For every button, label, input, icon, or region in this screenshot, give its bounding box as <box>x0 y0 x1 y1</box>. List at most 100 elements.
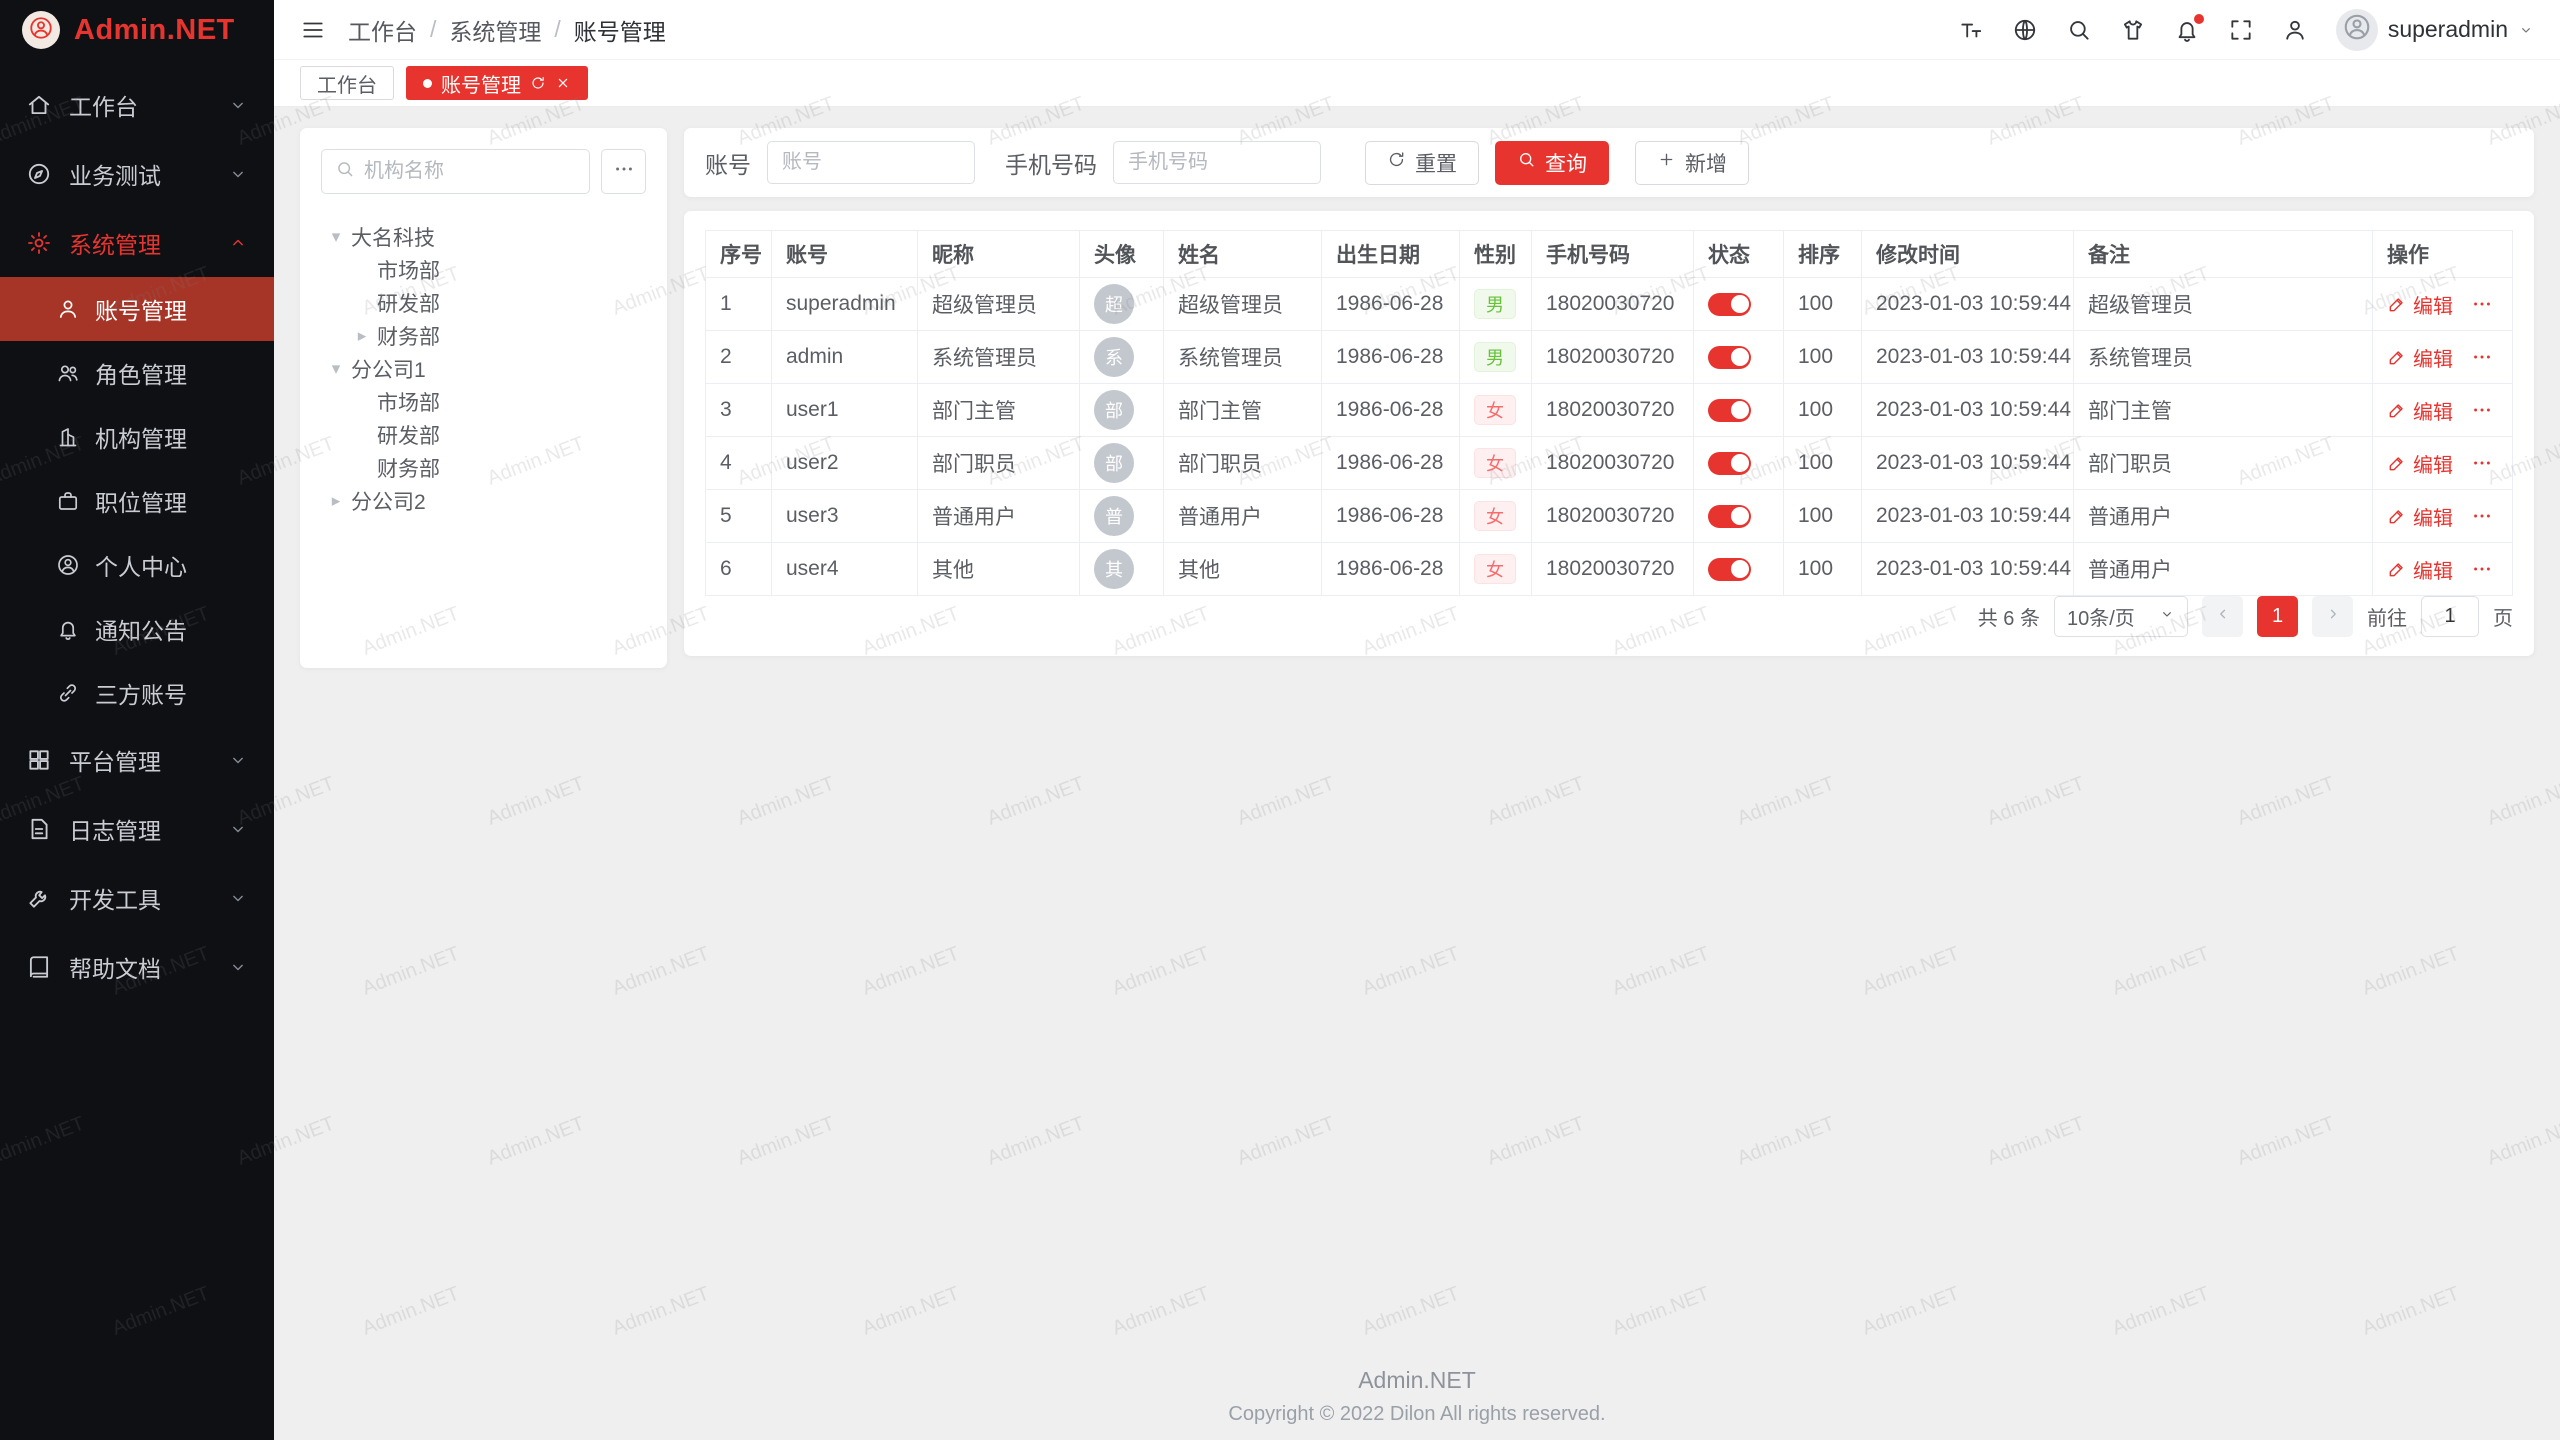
user-menu[interactable]: superadmin <box>2336 9 2534 51</box>
status-toggle[interactable] <box>1708 346 1751 369</box>
org-search-input[interactable] <box>364 160 576 183</box>
edit-button[interactable]: 编辑 <box>2387 449 2453 478</box>
sidebar-subitem-label: 角色管理 <box>95 356 187 390</box>
sidebar-subitem-label: 机构管理 <box>95 420 187 454</box>
cell-name: 系统管理员 <box>1164 331 1322 384</box>
table-card: 序号账号昵称头像姓名出生日期性别手机号码状态排序修改时间备注操作 1supera… <box>684 211 2534 656</box>
main-column: 工作台/系统管理/账号管理 superadmin 工作台账号管理 <box>274 0 2560 1440</box>
row-more-icon[interactable] <box>2471 346 2493 368</box>
reset-button[interactable]: 重置 <box>1365 141 1479 185</box>
sidebar-subitem[interactable]: 三方账号 <box>0 661 274 725</box>
tab-item[interactable]: 账号管理 <box>406 66 588 100</box>
row-more-icon[interactable] <box>2471 452 2493 474</box>
status-toggle[interactable] <box>1708 558 1751 581</box>
sidebar-subitem[interactable]: 账号管理 <box>0 277 274 341</box>
sidebar-subitem[interactable]: 角色管理 <box>0 341 274 405</box>
users-icon <box>56 361 80 385</box>
search-icon[interactable] <box>2066 17 2092 43</box>
cell-order: 100 <box>1784 490 1862 543</box>
footer-title: Admin.NET <box>274 1367 2560 1394</box>
font-size-icon[interactable] <box>1958 17 1984 43</box>
cell-time: 2023-01-03 10:59:44 <box>1862 490 2074 543</box>
current-page-button[interactable]: 1 <box>2257 596 2298 637</box>
cell-remark: 部门主管 <box>2074 384 2373 437</box>
account-input[interactable] <box>767 141 975 184</box>
status-toggle[interactable] <box>1708 452 1751 475</box>
sidebar-subitem-label: 通知公告 <box>95 612 187 646</box>
tree-node[interactable]: 研发部 <box>321 286 646 319</box>
row-avatar: 其 <box>1094 549 1134 589</box>
org-more-button[interactable] <box>601 149 646 194</box>
edit-button[interactable]: 编辑 <box>2387 290 2453 319</box>
caret-right-icon: ▸ <box>321 491 351 511</box>
phone-input[interactable] <box>1113 141 1321 184</box>
page-size-select[interactable]: 10条/页 <box>2054 596 2188 637</box>
grid-icon <box>26 747 52 773</box>
sidebar-subitem-label: 三方账号 <box>95 676 187 710</box>
sidebar-item[interactable]: 系统管理 <box>0 208 274 277</box>
sidebar-subitem[interactable]: 个人中心 <box>0 533 274 597</box>
sidebar-subitem[interactable]: 机构管理 <box>0 405 274 469</box>
sidebar-item[interactable]: 日志管理 <box>0 794 274 863</box>
breadcrumb-separator: / <box>554 16 560 43</box>
gender-badge: 女 <box>1474 448 1516 478</box>
column-header: 状态 <box>1694 231 1784 278</box>
cell-time: 2023-01-03 10:59:44 <box>1862 331 2074 384</box>
edit-button[interactable]: 编辑 <box>2387 396 2453 425</box>
tree-node[interactable]: ▸分公司2 <box>321 484 646 517</box>
prev-page-button[interactable] <box>2202 596 2243 637</box>
tree-node[interactable]: 市场部 <box>321 253 646 286</box>
tree-node[interactable]: 研发部 <box>321 418 646 451</box>
edit-button[interactable]: 编辑 <box>2387 555 2453 584</box>
edit-button[interactable]: 编辑 <box>2387 502 2453 531</box>
caret-down-icon: ▾ <box>321 227 351 247</box>
row-more-icon[interactable] <box>2471 399 2493 421</box>
cell-phone: 18020030720 <box>1532 490 1694 543</box>
menu-toggle-icon[interactable] <box>300 17 326 43</box>
sidebar-item[interactable]: 开发工具 <box>0 863 274 932</box>
tree-node[interactable]: 财务部 <box>321 451 646 484</box>
breadcrumb-item[interactable]: 系统管理 <box>449 13 541 47</box>
add-button[interactable]: 新增 <box>1635 141 1749 185</box>
fullscreen-icon[interactable] <box>2228 17 2254 43</box>
sidebar-item[interactable]: 平台管理 <box>0 725 274 794</box>
row-more-icon[interactable] <box>2471 293 2493 315</box>
tree-node[interactable]: 市场部 <box>321 385 646 418</box>
person-circle-icon <box>56 553 80 577</box>
globe-icon[interactable] <box>2012 17 2038 43</box>
tab-item[interactable]: 工作台 <box>300 66 394 100</box>
next-page-button[interactable] <box>2312 596 2353 637</box>
sidebar-item[interactable]: 工作台 <box>0 70 274 139</box>
sidebar-subitem[interactable]: 通知公告 <box>0 597 274 661</box>
query-button[interactable]: 查询 <box>1495 141 1609 185</box>
sidebar-item[interactable]: 业务测试 <box>0 139 274 208</box>
close-icon[interactable] <box>555 75 571 91</box>
goto-page-input[interactable] <box>2421 596 2479 637</box>
chevron-down-icon <box>228 164 248 184</box>
status-toggle[interactable] <box>1708 399 1751 422</box>
status-toggle[interactable] <box>1708 293 1751 316</box>
refresh-icon[interactable] <box>530 75 546 91</box>
edit-button[interactable]: 编辑 <box>2387 343 2453 372</box>
notification-icon[interactable] <box>2174 17 2200 43</box>
tree-node[interactable]: ▾大名科技 <box>321 220 646 253</box>
breadcrumb-item[interactable]: 账号管理 <box>574 13 666 47</box>
cell-time: 2023-01-03 10:59:44 <box>1862 437 2074 490</box>
cell-status <box>1694 384 1784 437</box>
user-icon <box>56 297 80 321</box>
status-toggle[interactable] <box>1708 505 1751 528</box>
cell-avatar: 部 <box>1080 437 1164 490</box>
tree-node[interactable]: ▾分公司1 <box>321 352 646 385</box>
theme-icon[interactable] <box>2120 17 2146 43</box>
tree-node[interactable]: ▸财务部 <box>321 319 646 352</box>
tree-node-label: 财务部 <box>377 321 440 351</box>
row-more-icon[interactable] <box>2471 505 2493 527</box>
sidebar-item[interactable]: 帮助文档 <box>0 932 274 1001</box>
profile-icon[interactable] <box>2282 17 2308 43</box>
breadcrumb-item[interactable]: 工作台 <box>348 13 417 47</box>
column-header: 排序 <box>1784 231 1862 278</box>
row-more-icon[interactable] <box>2471 558 2493 580</box>
brand: Admin.NET <box>0 0 274 60</box>
sidebar-subitem[interactable]: 职位管理 <box>0 469 274 533</box>
brand-logo-icon <box>22 11 60 49</box>
